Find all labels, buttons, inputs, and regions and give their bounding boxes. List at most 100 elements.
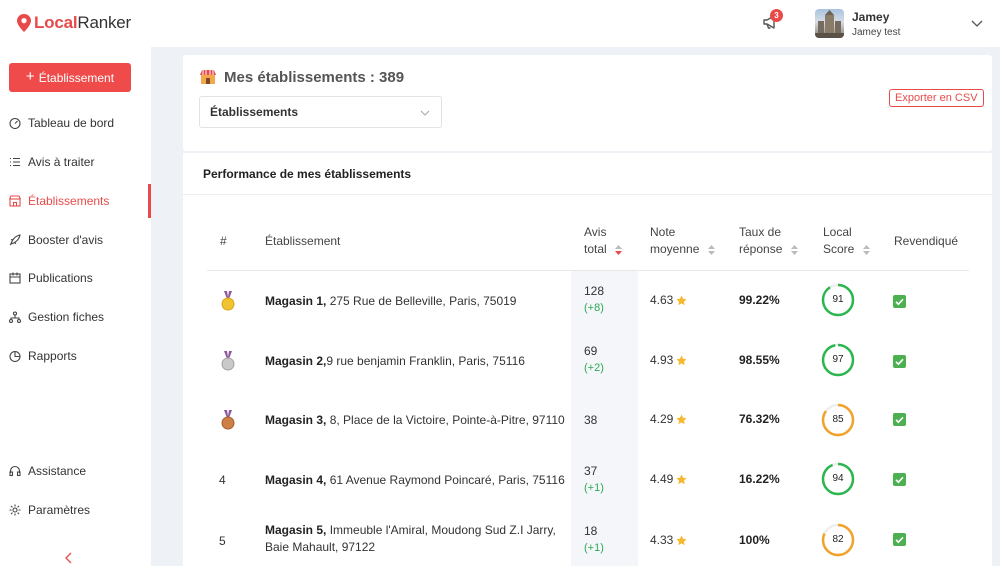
sidebar-item-label: Gestion fiches — [28, 310, 105, 324]
taux-cell: 99.22% — [739, 293, 780, 307]
star-icon — [676, 473, 687, 484]
col-header-text: total — [584, 242, 607, 256]
sidebar-item-gestion-fiches[interactable]: Gestion fiches — [0, 300, 151, 334]
sidebar-item-assistance[interactable]: Assistance — [0, 454, 151, 488]
sidebar-item-booster[interactable]: Booster d'avis — [0, 223, 151, 257]
sidebar-item-label: Booster d'avis — [28, 233, 103, 247]
rank-cell: 4 — [219, 473, 226, 487]
score-value: 91 — [832, 294, 844, 305]
logo[interactable]: LocalRanker — [17, 13, 131, 33]
pie-icon — [9, 350, 21, 362]
score-value: 82 — [832, 534, 844, 545]
note-cell: 4.93 — [650, 353, 687, 367]
chevron-down-icon — [420, 110, 430, 116]
avis-cell: 37 (+1) — [584, 464, 604, 494]
col-header-avis-total[interactable]: Avis total — [584, 224, 623, 258]
notification-badge: 3 — [770, 9, 783, 22]
note-cell: 4.49 — [650, 472, 687, 486]
add-establishment-button[interactable]: + Établissement — [9, 63, 131, 92]
avis-cell: 18 (+1) — [584, 524, 604, 554]
local-score-gauge: 91 — [821, 283, 855, 317]
header-card: Mes établissements : 389 Établissements … — [183, 55, 992, 151]
score-value: 97 — [832, 354, 844, 365]
user-subtitle: Jamey test — [852, 27, 901, 38]
sidebar-item-label: Avis à traiter — [28, 155, 95, 169]
col-header-text: moyenne — [650, 242, 700, 256]
bronze-medal-icon — [221, 410, 235, 430]
sidebar-item-label: Établissements — [28, 194, 110, 208]
performance-card: Performance de mes établissements # Étab… — [183, 153, 992, 566]
sidebar-item-establishments[interactable]: Établissements — [0, 184, 151, 218]
score-value: 85 — [832, 414, 844, 425]
star-icon — [676, 294, 687, 305]
col-header-taux-reponse[interactable]: Taux de réponse — [739, 224, 798, 258]
local-score-gauge: 82 — [821, 523, 855, 557]
table-row[interactable]: Magasin 2,9 rue benjamin Franklin, Paris… — [183, 331, 992, 391]
claimed-check-icon — [893, 295, 906, 308]
star-icon — [676, 534, 687, 545]
sitemap-icon — [9, 311, 21, 323]
store-icon — [9, 195, 21, 207]
star-icon — [676, 354, 687, 365]
select-value: Établissements — [210, 105, 299, 119]
export-csv-button[interactable]: Exporter en CSV — [889, 89, 984, 107]
table-row[interactable]: Magasin 1, 275 Rue de Belleville, Paris,… — [183, 271, 992, 331]
avatar[interactable] — [815, 9, 844, 38]
establishment-cell[interactable]: Magasin 3, 8, Place de la Victoire, Poin… — [265, 412, 565, 429]
col-header-text: Note — [650, 225, 676, 239]
taux-cell: 98.55% — [739, 353, 780, 367]
establishment-cell[interactable]: Magasin 4, 61 Avenue Raymond Poincaré, P… — [265, 472, 565, 489]
sidebar-item-dashboard[interactable]: Tableau de bord — [0, 106, 151, 140]
note-cell: 4.63 — [650, 293, 687, 307]
col-header-revendique: Revendiqué — [894, 234, 959, 248]
establishment-cell[interactable]: Magasin 2,9 rue benjamin Franklin, Paris… — [265, 353, 565, 370]
gear-icon — [9, 504, 21, 516]
col-header-rank: # — [220, 234, 227, 248]
chevron-down-icon[interactable] — [971, 17, 983, 29]
sidebar-item-rapports[interactable]: Rapports — [0, 339, 151, 373]
establishment-cell[interactable]: Magasin 1, 275 Rue de Belleville, Paris,… — [265, 293, 565, 310]
divider — [183, 194, 992, 195]
sidebar-item-label: Rapports — [28, 349, 77, 363]
sidebar-item-label: Tableau de bord — [28, 116, 115, 130]
sidebar-item-parametres[interactable]: Paramètres — [0, 493, 151, 527]
taux-cell: 16.22% — [739, 472, 780, 486]
logo-text: LocalRanker — [34, 13, 132, 32]
col-header-local-score[interactable]: Local Score — [823, 224, 870, 258]
table-row[interactable]: Magasin 3, 8, Place de la Victoire, Poin… — [183, 391, 992, 451]
page-title: Mes établissements : 389 — [224, 69, 405, 86]
user-name[interactable]: Jamey — [852, 10, 889, 24]
table-row[interactable]: 4 Magasin 4, 61 Avenue Raymond Poincaré,… — [183, 451, 992, 511]
claimed-check-icon — [893, 533, 906, 546]
col-header-text: Score — [823, 242, 855, 256]
col-header-text: Taux de — [739, 225, 782, 239]
taux-cell: 100% — [739, 533, 770, 547]
establishment-select[interactable]: Établissements — [199, 96, 442, 128]
performance-title: Performance de mes établissements — [203, 167, 412, 181]
sort-icon — [707, 244, 715, 255]
note-cell: 4.33 — [650, 533, 687, 547]
rank-cell: 5 — [219, 534, 226, 548]
score-value: 94 — [832, 473, 844, 484]
establishment-cell[interactable]: Magasin 5, Immeuble l'Amiral, Moudong Su… — [265, 522, 565, 556]
add-button-label: Établissement — [38, 70, 115, 85]
avis-cell: 69 (+2) — [584, 344, 604, 374]
storefront-icon — [200, 70, 216, 84]
col-header-note-moyenne[interactable]: Note moyenne — [650, 224, 715, 258]
local-score-gauge: 85 — [821, 403, 855, 437]
collapse-sidebar-icon[interactable] — [64, 552, 74, 564]
table-row[interactable]: 5 Magasin 5, Immeuble l'Amiral, Moudong … — [183, 511, 992, 566]
list-icon — [10, 157, 20, 167]
col-header-establishment: Établissement — [265, 234, 341, 248]
sort-icon — [615, 244, 623, 255]
silver-medal-icon — [221, 351, 235, 371]
col-header-text: Local — [823, 225, 852, 239]
sidebar-item-label: Assistance — [28, 464, 87, 478]
sidebar-item-reviews[interactable]: Avis à traiter — [0, 145, 151, 179]
sidebar-item-publications[interactable]: Publications — [0, 261, 151, 295]
rocket-icon — [9, 234, 21, 246]
sidebar-item-label: Paramètres — [28, 503, 91, 517]
main-content: Mes établissements : 389 Établissements … — [151, 47, 1000, 566]
map-pin-icon — [17, 14, 31, 32]
top-bar: LocalRanker 3 Jamey Jamey test — [0, 0, 1000, 47]
